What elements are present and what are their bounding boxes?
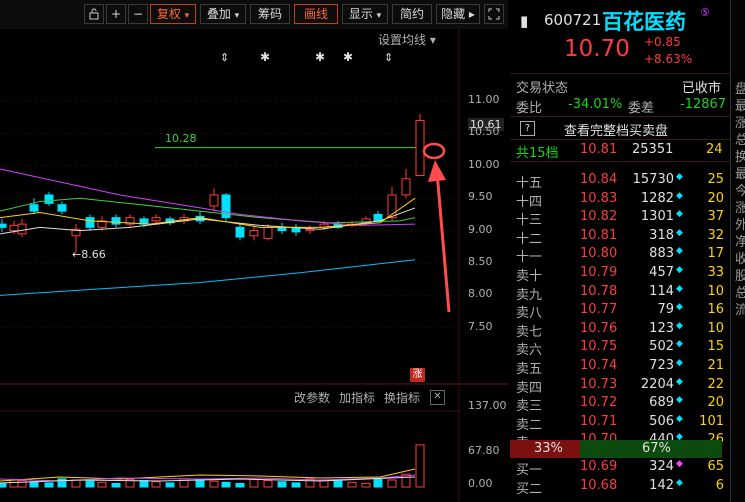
annotation-arrow xyxy=(422,142,451,313)
